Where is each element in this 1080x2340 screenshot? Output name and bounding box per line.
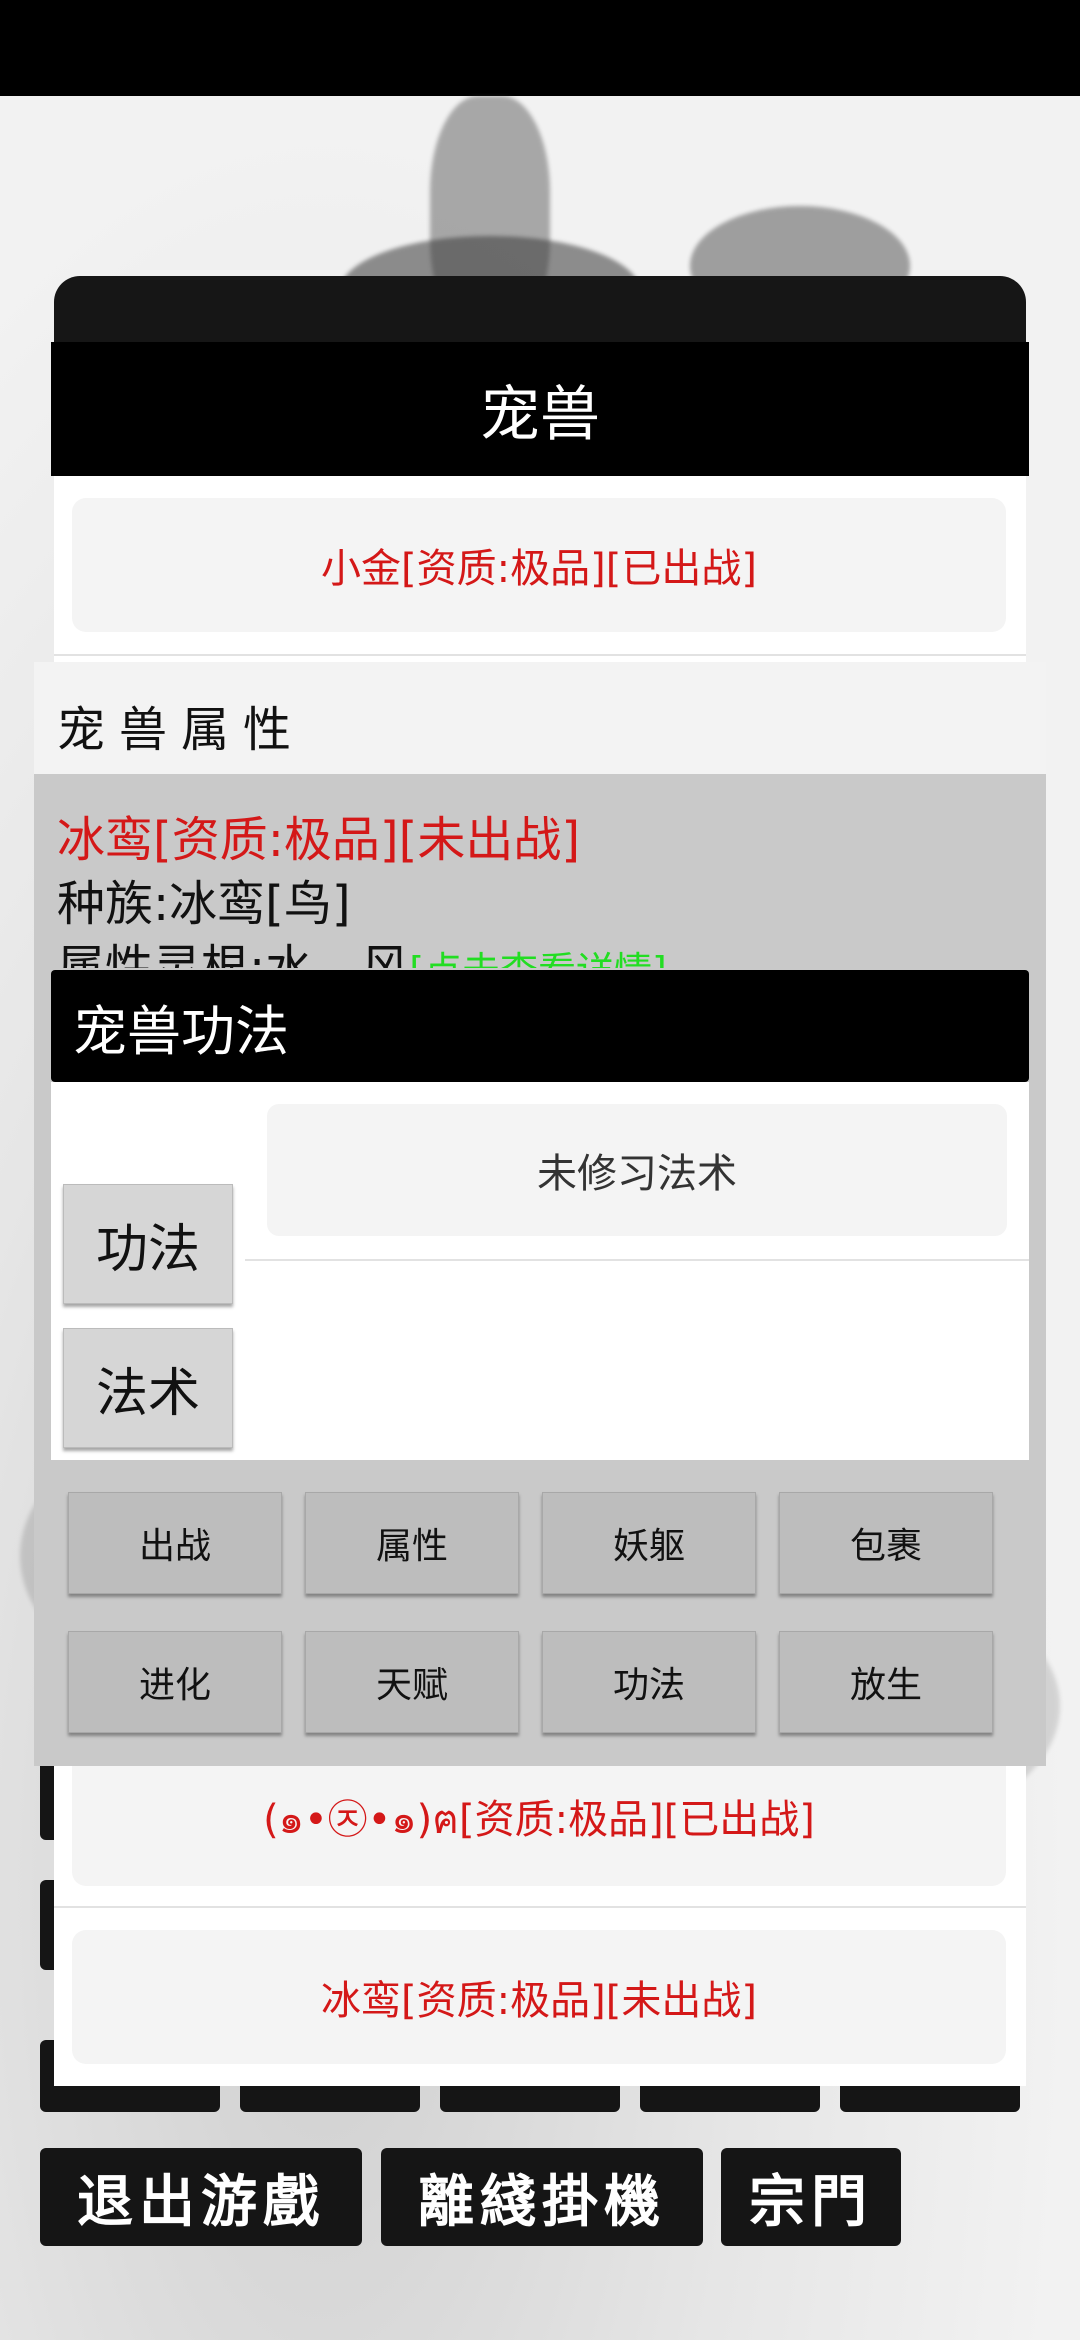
divider	[54, 1906, 1026, 1908]
attribute-title: 宠兽属性	[57, 702, 306, 758]
skill-dialog-title: 宠兽功法	[51, 970, 1029, 1082]
spirit-root-detail-link[interactable]: [点击查看详情]	[409, 949, 667, 968]
tab-skill-method[interactable]: 功法	[63, 1184, 233, 1304]
demon-body-button[interactable]: 妖躯	[542, 1492, 756, 1594]
evolve-button[interactable]: 进化	[68, 1631, 282, 1733]
tab-spell[interactable]: 法术	[63, 1328, 233, 1448]
release-button[interactable]: 放生	[779, 1631, 993, 1733]
talent-button[interactable]: 天赋	[305, 1631, 519, 1733]
spirit-root-line: 属性灵根:水、风[点击查看详情]	[57, 928, 667, 968]
pet-list-item[interactable]: 冰鸾[资质:极品][未出战]	[72, 1930, 1006, 2064]
pet-dialog-title: 宠兽	[51, 342, 1029, 476]
inventory-button[interactable]: 包裹	[779, 1492, 993, 1594]
skill-method-button[interactable]: 功法	[542, 1631, 756, 1733]
dialog-top-bar	[54, 276, 1026, 346]
offline-idle-button[interactable]: 離綫掛機	[381, 2148, 703, 2246]
pet-name-line: 冰鸾[资质:极品][未出战]	[57, 812, 581, 868]
attributes-button[interactable]: 属性	[305, 1492, 519, 1594]
pet-list-item[interactable]: (๑•㉨•๑)ฅ[资质:极品][已出战]	[72, 1752, 1006, 1886]
spirit-root-label: 属性灵根:水、风	[57, 940, 410, 968]
sect-button[interactable]: 宗門	[721, 2148, 901, 2246]
deploy-button[interactable]: 出战	[68, 1492, 282, 1594]
divider	[54, 654, 1026, 656]
pet-list-item[interactable]: 小金[资质:极品][已出战]	[72, 498, 1006, 632]
exit-game-button[interactable]: 退出游戲	[40, 2148, 362, 2246]
pet-race-line: 种族:冰鸾[鸟]	[57, 876, 351, 932]
divider	[245, 1259, 1029, 1261]
status-bar	[0, 0, 1080, 96]
no-spell-text: 未修习法术	[267, 1104, 1007, 1236]
